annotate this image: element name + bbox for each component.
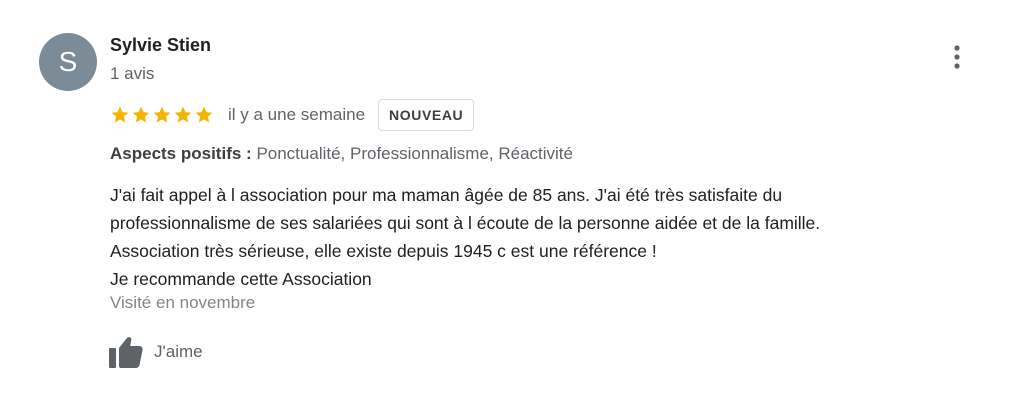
aspects-values: Ponctualité, Professionnalisme, Réactivi… [256, 144, 573, 163]
more-vert-icon [944, 42, 970, 72]
review-text-line: Je recommande cette Association [110, 269, 372, 289]
star-icon [194, 105, 214, 125]
avatar[interactable]: S [39, 33, 97, 91]
author-name[interactable]: Sylvie Stien [110, 35, 211, 56]
thumb-up-icon [108, 335, 144, 369]
review-card: S Sylvie Stien 1 avis il y a une semaine… [0, 0, 1024, 404]
review-text-line: professionnalisme de ses salariées qui s… [110, 213, 821, 233]
rating-row: il y a une semaine NOUVEAU [110, 99, 475, 131]
star-icon [173, 105, 193, 125]
star-rating [110, 105, 214, 125]
like-button[interactable]: J'aime [108, 334, 203, 370]
visit-date: Visité en novembre [110, 293, 256, 312]
star-icon [110, 105, 130, 125]
review-text: J'ai fait appel à l association pour ma … [110, 181, 990, 293]
review-text-line: J'ai fait appel à l association pour ma … [110, 185, 783, 205]
positive-aspects: Aspects positifs : Ponctualité, Professi… [110, 144, 573, 164]
aspects-label: Aspects positifs : [110, 144, 252, 163]
review-date: il y a une semaine [228, 105, 366, 124]
author-review-count: 1 avis [110, 64, 155, 83]
star-icon [131, 105, 151, 125]
review-text-line: Association très sérieuse, elle existe d… [110, 241, 657, 261]
more-options-button[interactable] [944, 42, 970, 72]
star-icon [152, 105, 172, 125]
avatar-initial: S [58, 46, 78, 77]
new-badge: NOUVEAU [378, 99, 475, 131]
like-label: J'aime [154, 342, 203, 361]
